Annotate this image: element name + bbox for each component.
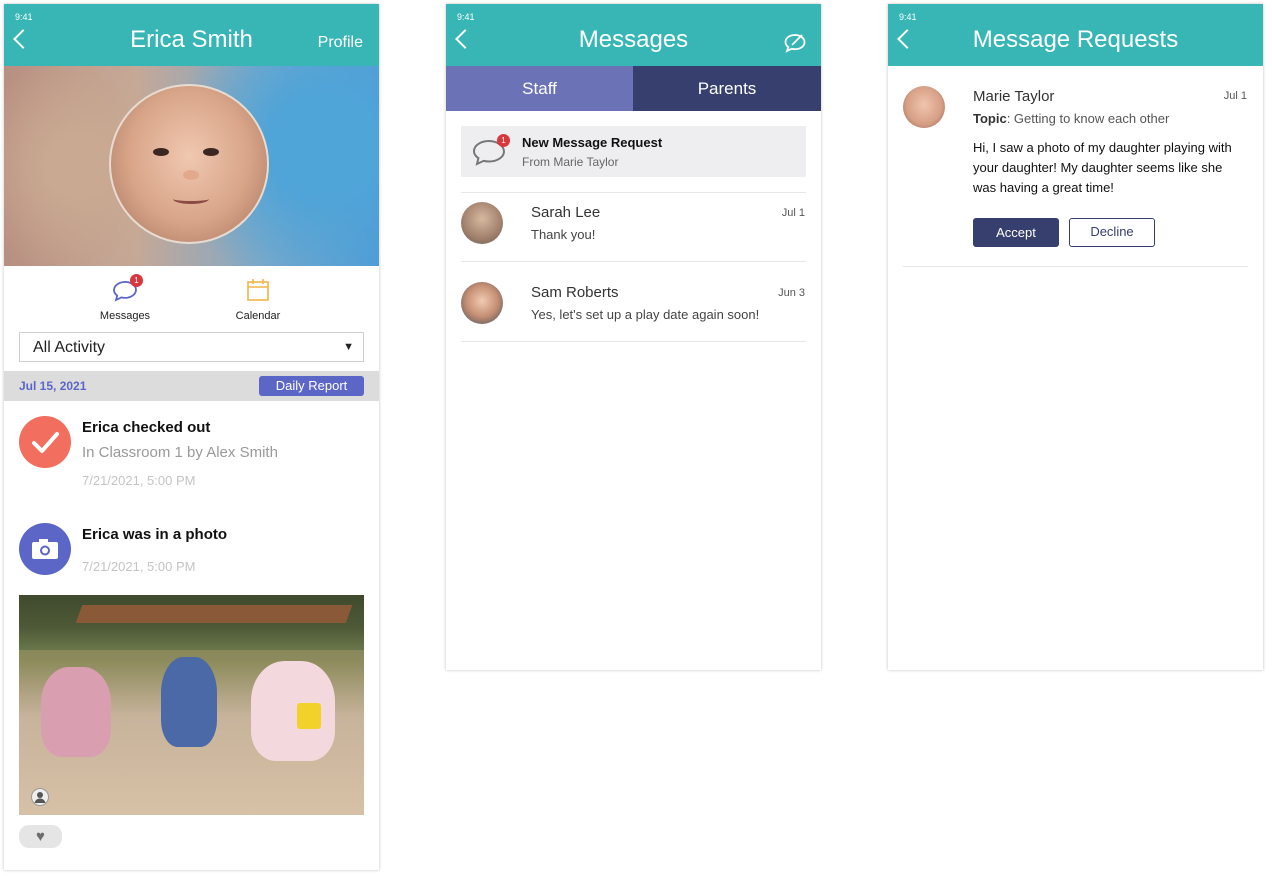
calendar-icon	[244, 276, 272, 304]
request-badge: 1	[497, 134, 510, 147]
daily-report-button[interactable]: Daily Report	[259, 376, 364, 396]
profile-hero	[4, 66, 379, 266]
avatar	[461, 282, 503, 324]
request-topic: Topic: Getting to know each other	[973, 111, 1169, 126]
status-time: 9:41	[457, 12, 475, 22]
avatar-mouth	[173, 194, 209, 204]
requests-header: 9:41 Message Requests	[888, 4, 1263, 66]
avatar	[903, 86, 945, 128]
activity-photo[interactable]: Erica was in a photo 7/21/2021, 5:00 PM	[19, 523, 364, 583]
avatar-nose	[183, 170, 199, 180]
calendar-quicklink-label: Calendar	[235, 310, 281, 322]
photo-roof	[75, 605, 353, 623]
request-from: From Marie Taylor	[522, 155, 619, 169]
conversation-date: Jun 3	[778, 287, 805, 299]
new-message-icon[interactable]	[783, 32, 807, 59]
profile-header: 9:41 Erica Smith Profile	[4, 4, 379, 66]
message-requests-screen: 9:41 Message Requests Marie Taylor Jul 1…	[888, 4, 1263, 670]
heart-icon[interactable]: ♥	[19, 825, 62, 848]
messages-quicklink[interactable]: 1 Messages	[85, 274, 165, 322]
activity-checkout[interactable]: Erica checked out In Classroom 1 by Alex…	[19, 416, 364, 506]
messages-header: 9:41 Messages	[446, 4, 821, 66]
page-title: Message Requests	[972, 26, 1179, 53]
conversation-preview: Thank you!	[531, 227, 596, 242]
activity-filter-select[interactable]: All Activity ▼	[19, 332, 364, 362]
decline-button[interactable]: Decline	[1069, 218, 1155, 247]
activity-filter-value: All Activity	[33, 339, 106, 356]
person-icon[interactable]	[31, 788, 49, 806]
activity-date: Jul 15, 2021	[19, 379, 87, 393]
conversation-name: Sarah Lee	[531, 204, 601, 221]
messages-badge: 1	[130, 274, 143, 287]
messages-screen: 9:41 Messages Staff Parents 1 New Messag…	[446, 4, 821, 670]
request-date: Jul 1	[1223, 90, 1247, 102]
request-body: Hi, I saw a photo of my daughter playing…	[973, 140, 1232, 195]
tab-staff[interactable]: Staff	[446, 66, 633, 111]
quicklinks: 1 Messages Calendar	[4, 266, 379, 328]
new-message-request[interactable]: 1 New Message Request From Marie Taylor	[461, 126, 806, 177]
activity-photo-image[interactable]	[19, 595, 364, 815]
profile-link[interactable]: Profile	[318, 34, 363, 52]
activity-time: 7/21/2021, 5:00 PM	[82, 473, 196, 488]
divider	[461, 192, 806, 193]
conversation-date: Jul 1	[781, 207, 805, 219]
requester-name: Marie Taylor	[973, 88, 1055, 105]
status-time: 9:41	[15, 12, 33, 22]
photo-child-left	[41, 667, 111, 757]
topic-text: : Getting to know each other	[1006, 111, 1170, 126]
activity-title: Erica checked out	[82, 419, 211, 436]
status-time: 9:41	[899, 12, 917, 22]
child-avatar	[109, 84, 269, 244]
photo-yellow-bucket	[297, 703, 321, 729]
date-band: Jul 15, 2021 Daily Report	[4, 371, 379, 401]
accept-button[interactable]: Accept	[973, 218, 1059, 247]
activity-title: Erica was in a photo	[82, 526, 228, 543]
activity-subtitle: In Classroom 1 by Alex Smith	[82, 444, 278, 461]
chat-bubble-icon: 1	[111, 274, 143, 304]
avatar-eye-left	[153, 148, 169, 156]
divider	[461, 341, 806, 342]
conversation-preview: Yes, let's set up a play date again soon…	[531, 307, 760, 322]
avatar	[461, 202, 503, 244]
divider	[903, 266, 1248, 267]
profile-screen: 9:41 Erica Smith Profile 1 Messages Cale…	[4, 4, 379, 870]
activity-time: 7/21/2021, 5:00 PM	[82, 559, 196, 574]
calendar-quicklink[interactable]: Calendar	[218, 276, 298, 322]
checkmark-icon	[19, 416, 71, 468]
messages-quicklink-label: Messages	[99, 310, 151, 322]
messages-tabs: Staff Parents	[446, 66, 821, 111]
avatar-eye-right	[203, 148, 219, 156]
photo-child-middle	[161, 657, 217, 747]
request-title: New Message Request	[522, 135, 663, 150]
tab-parents[interactable]: Parents	[633, 66, 821, 111]
dropdown-arrow-icon: ▼	[343, 341, 354, 353]
divider	[461, 261, 806, 262]
page-title: Messages	[578, 26, 689, 53]
camera-icon	[19, 523, 71, 575]
topic-label: Topic	[973, 111, 1007, 126]
conversation-name: Sam Roberts	[531, 284, 619, 301]
photo-child-right	[251, 661, 335, 761]
